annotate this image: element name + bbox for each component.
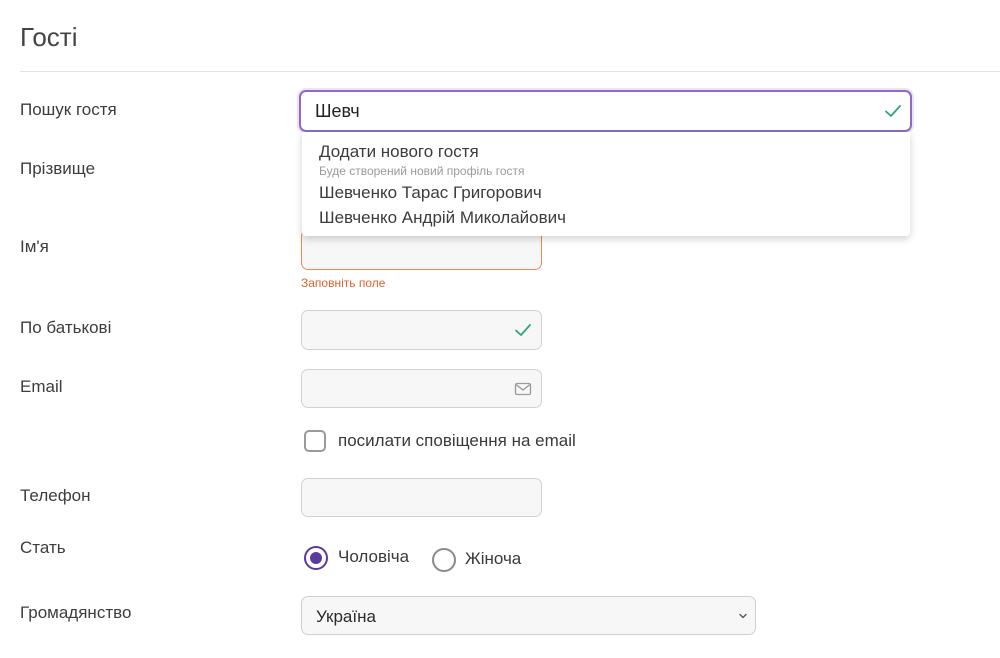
phone-field[interactable] <box>301 478 542 517</box>
check-icon <box>885 105 901 117</box>
label-search: Пошук гостя <box>20 100 117 119</box>
citizenship-selected: Україна <box>316 607 376 626</box>
suggestion-item[interactable]: Шевченко Андрій Миколайович <box>319 208 566 228</box>
label-citizenship: Громадянство <box>20 603 132 622</box>
first-name-error: Заповніть поле <box>301 276 386 290</box>
divider <box>20 71 1000 72</box>
label-first-name: Ім'я <box>20 237 49 256</box>
label-gender: Стать <box>20 538 66 557</box>
label-phone: Телефон <box>20 486 91 505</box>
email-field[interactable] <box>301 369 542 408</box>
label-surname: Прізвище <box>20 159 96 178</box>
guest-search-input[interactable] <box>301 92 910 130</box>
citizenship-select[interactable]: Україна <box>301 596 756 635</box>
gender-female-label[interactable]: Жіноча <box>465 549 521 569</box>
gender-male-radio[interactable] <box>304 546 328 570</box>
add-new-guest-hint: Буде створений новий профіль гостя <box>319 164 525 178</box>
patronymic-field[interactable] <box>301 310 542 350</box>
phone-input[interactable] <box>302 479 541 516</box>
label-patronymic: По батькові <box>20 318 112 337</box>
suggestion-item[interactable]: Шевченко Тарас Григорович <box>319 183 542 203</box>
notify-email-label[interactable]: посилати сповіщення на email <box>338 431 576 451</box>
envelope-icon <box>514 382 532 395</box>
label-email: Email <box>20 377 63 396</box>
guest-search-field[interactable] <box>299 90 912 132</box>
check-icon <box>515 324 531 336</box>
gender-female-radio[interactable] <box>432 548 456 572</box>
search-suggestions-dropdown: Додати нового гостя Буде створений новий… <box>302 132 910 236</box>
patronymic-input[interactable] <box>302 311 541 349</box>
notify-email-checkbox[interactable] <box>304 430 326 452</box>
add-new-guest-option[interactable]: Додати нового гостя <box>319 142 479 162</box>
email-input[interactable] <box>302 370 541 407</box>
chevron-down-icon <box>739 613 747 619</box>
page-title: Гості <box>20 22 78 52</box>
gender-male-label[interactable]: Чоловіча <box>338 547 409 567</box>
